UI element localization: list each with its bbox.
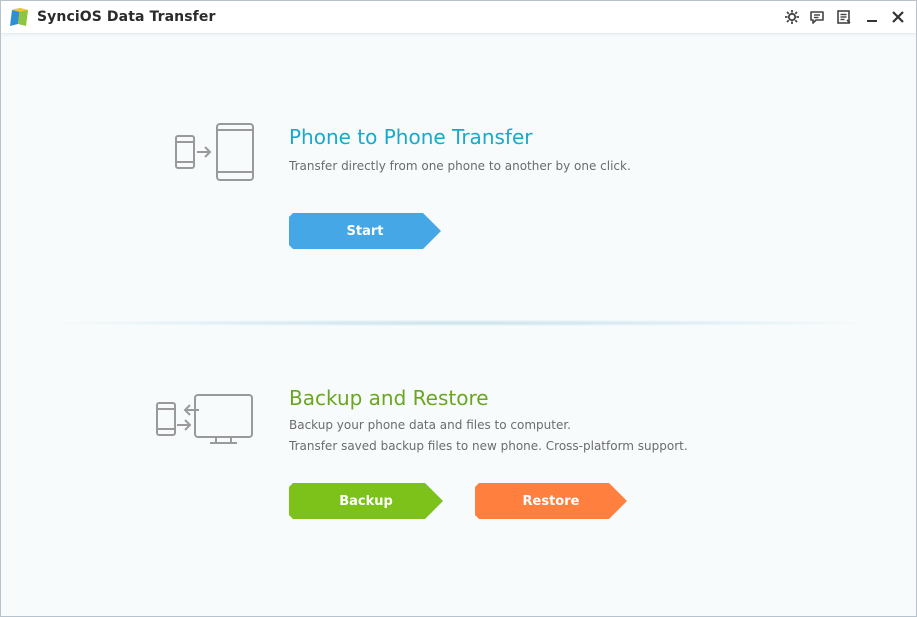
feedback-button[interactable] [808,8,826,26]
phone-to-computer-icon [156,394,253,444]
phone-transfer-description: Transfer directly from one phone to anot… [289,159,631,173]
backup-restore-description-line2: Transfer saved backup files to new phone… [289,439,688,453]
window-title: SynciOS Data Transfer [37,9,216,25]
restore-button[interactable]: Restore [475,483,627,519]
settings-button[interactable] [783,8,801,26]
close-button[interactable] [889,8,907,26]
section-divider [61,320,861,326]
start-button-label: Start [346,223,384,239]
backup-restore-description-line1: Backup your phone data and files to comp… [289,418,571,432]
close-icon [892,11,904,23]
title-bar: SynciOS Data Transfer [1,1,916,34]
backup-restore-title: Backup and Restore [289,386,489,410]
minimize-icon [867,20,877,22]
app-logo-icon [10,8,28,26]
gear-icon [785,10,799,24]
backup-button-label: Backup [339,493,393,509]
start-button[interactable]: Start [289,213,441,249]
menu-list-icon [837,10,851,24]
phone-transfer-title: Phone to Phone Transfer [289,125,533,149]
minimize-button[interactable] [863,8,881,26]
phone-to-phone-icon [175,123,254,181]
feedback-icon [810,11,824,24]
app-window: SynciOS Data Transfer Phone to Phone Tra… [0,0,917,617]
main-content: Phone to Phone Transfer Transfer directl… [1,34,916,616]
restore-button-label: Restore [522,493,580,509]
menu-button[interactable] [835,8,853,26]
backup-button[interactable]: Backup [289,483,443,519]
